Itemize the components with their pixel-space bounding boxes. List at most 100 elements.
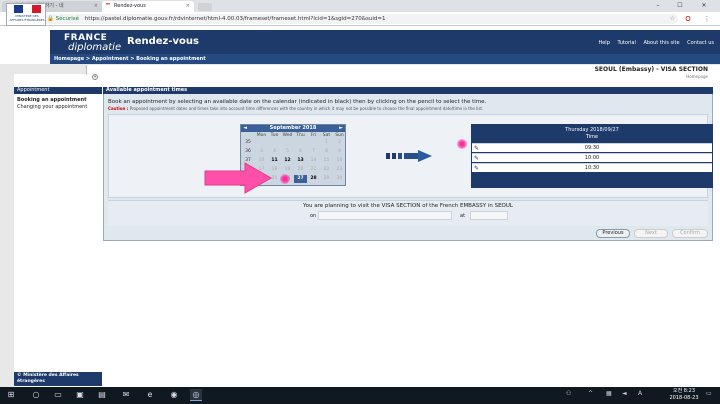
time-slots-footer — [472, 177, 712, 187]
close-tab-icon[interactable]: × — [186, 1, 190, 12]
bookmark-star-icon[interactable]: ☆ — [670, 14, 675, 24]
caution-text: Caution : Proposed appointment dates and… — [108, 106, 483, 111]
opera-icon[interactable]: O — [683, 13, 693, 25]
ime-icon[interactable]: A — [638, 390, 642, 397]
notifications-icon[interactable]: ▭ — [706, 390, 712, 397]
calendar-day[interactable]: 13 — [294, 157, 307, 165]
calendar-day: 20 — [297, 167, 304, 172]
windows-taskbar — [0, 387, 720, 404]
homepage-link[interactable]: Homepage — [686, 74, 708, 79]
windows-start-icon[interactable]: ⊞ — [5, 389, 17, 401]
time-slot-value: 09:30 — [584, 145, 600, 151]
calendar-weekday: Sun — [335, 133, 344, 138]
summary-date-field — [318, 211, 452, 220]
store-icon[interactable]: ▣ — [74, 389, 86, 401]
breadcrumb[interactable]: Homepage > Appointment > Booking an appo… — [54, 54, 206, 64]
calendar-day[interactable]: 28 — [307, 175, 320, 183]
time-slot-row[interactable]: ✎ 10:00 — [472, 153, 712, 162]
calendar-day: 15 — [323, 158, 330, 163]
task-view-icon[interactable]: ▭ — [52, 389, 64, 401]
calendar-day: 9 — [338, 149, 341, 154]
calendar-day: 1 — [325, 140, 328, 145]
new-tab-button[interactable] — [198, 3, 212, 11]
top-links: Help Tutorial About this site Contact us — [592, 40, 714, 46]
calendar-day: 4 — [273, 149, 276, 154]
tab-label: Rendez-vous — [114, 3, 146, 9]
chrome-icon[interactable]: ◎ — [190, 389, 202, 401]
search-icon[interactable]: ○ — [30, 389, 42, 401]
menu-toggle-icon[interactable]: • — [92, 74, 98, 80]
calendar-day[interactable]: 12 — [281, 157, 294, 165]
people-icon[interactable]: ⚇ — [566, 390, 571, 397]
address-bar-row: ← → ↻ 🔒 Sécurisé https://pastel.diplomat… — [0, 12, 720, 26]
calendar-day: 7 — [312, 149, 315, 154]
previous-button[interactable]: Previous — [596, 229, 630, 238]
calendar-day: 22 — [323, 167, 330, 172]
calendar-weekday: Mon — [256, 133, 267, 138]
close-window-button[interactable]: ✕ — [694, 0, 714, 12]
slot-day-title: Thursday 2018/09/27 — [565, 127, 619, 133]
calendar-weekday: Tue — [270, 133, 279, 138]
help-link[interactable]: Help — [598, 40, 609, 46]
calendar-weekday: Thu — [296, 133, 305, 138]
left-panel-header: Appointment — [14, 87, 102, 94]
app-title: Rendez-vous — [127, 36, 199, 47]
url-input[interactable]: 🔒 Sécurisé https://pastel.diplomatie.gou… — [43, 14, 678, 24]
ministry-logo: MINISTÈRE DES AFFAIRES ÉTRANGÈRES — [6, 3, 46, 26]
chat-app-icon[interactable]: ◉ — [168, 389, 180, 401]
confirm-button[interactable]: Confirm — [672, 229, 708, 238]
sidebar-item-booking[interactable]: Booking an appointment — [17, 97, 86, 103]
calendar-day: 23 — [336, 167, 343, 172]
ministry-name: MINISTÈRE DES AFFAIRES ÉTRANGÈRES — [9, 14, 45, 22]
network-icon[interactable]: ▦ — [606, 390, 612, 397]
mail-icon[interactable]: ✉ — [120, 389, 132, 401]
calendar-day: 5 — [286, 149, 289, 154]
left-panel — [14, 87, 102, 387]
summary-time-field — [470, 211, 508, 220]
summary-on-label: on — [310, 213, 317, 219]
menu-icon[interactable]: ⋮ — [702, 13, 712, 25]
calendar-day[interactable]: 27 — [294, 175, 307, 183]
maximize-button[interactable]: ☐ — [670, 0, 690, 12]
caution-label: Caution : — [108, 106, 129, 111]
tutorial-link[interactable]: Tutorial — [617, 40, 635, 46]
left-panel-footer: © Ministère des Affaires étrangères — [14, 372, 102, 386]
calendar-weekday: Wed — [282, 133, 293, 138]
taskbar-clock[interactable]: 오전 8:23 2018-08-23 — [664, 388, 704, 402]
url-text: https://pastel.diplomatie.gouv.fr/rdvint… — [84, 16, 386, 22]
calendar-week-number: 36 — [245, 149, 251, 154]
secure-label: Sécurisé — [55, 16, 80, 22]
pink-arrow-icon — [204, 162, 273, 194]
sidebar-item-changing[interactable]: Changing your appointment — [17, 104, 87, 110]
file-explorer-icon[interactable]: ▤ — [96, 389, 108, 401]
calendar-day: 16 — [336, 158, 343, 163]
calendar-weekday: Fri — [310, 133, 317, 138]
time-slot-row[interactable]: ✎ 10:30 — [472, 163, 712, 172]
calendar-day: 21 — [310, 167, 317, 172]
embassy-title: SEOUL (Embassy) - VISA SECTION — [594, 66, 708, 73]
edge-icon[interactable]: e — [144, 389, 156, 401]
calendar-prev-icon[interactable]: ◄ — [241, 125, 249, 132]
next-button[interactable]: Next — [634, 229, 668, 238]
tray-arrow-icon[interactable]: ^ — [588, 390, 593, 397]
lock-icon: 🔒 — [47, 16, 54, 22]
volume-icon[interactable]: ◄ — [622, 390, 627, 397]
calendar-day: 8 — [325, 149, 328, 154]
logo-diplomatie: diplomatie — [68, 42, 122, 53]
minimize-button[interactable]: – — [648, 0, 668, 12]
favicon-icon: ᵀᶠ — [106, 3, 111, 9]
clock-date: 2018-08-23 — [669, 395, 699, 401]
calendar-day: 19 — [284, 167, 291, 172]
close-tab-icon[interactable]: × — [94, 1, 98, 12]
browser-tab-2[interactable]: ᵀᶠ Rendez-vous × — [102, 1, 194, 12]
date-highlight-marker — [280, 174, 290, 184]
contact-link[interactable]: Contact us — [687, 40, 714, 46]
clock-time: 오전 8:23 — [672, 388, 696, 394]
about-link[interactable]: About this site — [643, 40, 679, 46]
calendar-day: 6 — [299, 149, 302, 154]
calendar-day: 3 — [260, 149, 263, 154]
calendar-day: 2 — [338, 140, 341, 145]
calendar-next-icon[interactable]: ► — [337, 125, 345, 132]
time-slot-value: 10:00 — [584, 155, 600, 161]
time-slot-row[interactable]: ✎ 09:30 — [472, 143, 712, 152]
